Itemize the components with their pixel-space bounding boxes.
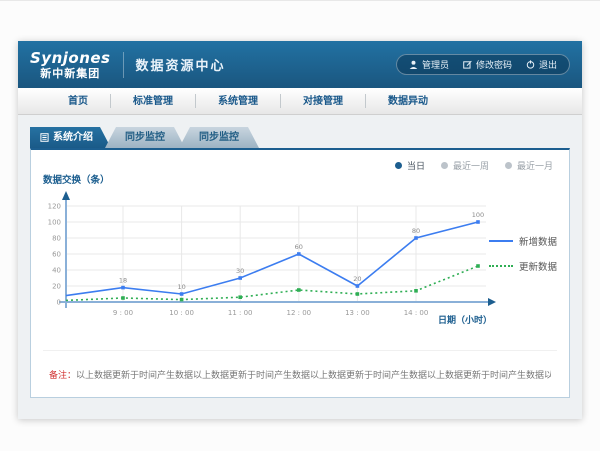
line-chart: 0 20 40 60 80 100 120 9 : 00 10 : 00 11 : 00 12 : … [46,186,541,336]
y-axis-title: 数据交换（条） [43,172,110,186]
power-icon [526,60,535,69]
radio-unselected-icon [505,162,512,169]
header-divider [123,52,124,78]
nav-item-standard-mgmt[interactable]: 标准管理 [111,88,195,115]
radio-unselected-icon [441,162,448,169]
app-window: Synjones 新中新集团 数据资源中心 管理员 修改密码 [18,41,582,419]
content-area: 系统介绍 同步监控 同步监控 当日 最近一周 [18,115,582,419]
current-user-label: 管理员 [422,58,449,71]
logout-button[interactable]: 退出 [526,58,557,71]
svg-text:100: 100 [472,211,484,219]
svg-text:30: 30 [236,267,244,275]
tab-label: 系统介绍 [53,127,93,148]
logo-brand-text: Synjones [30,51,111,66]
svg-text:日期（小时）: 日期（小时） [438,314,492,326]
svg-text:18: 18 [119,277,127,285]
tab-label: 同步监控 [199,127,239,148]
range-option-label: 当日 [407,159,425,172]
svg-text:10 : 00: 10 : 00 [169,309,194,317]
nav-item-system-mgmt[interactable]: 系统管理 [196,88,280,115]
logout-label: 退出 [539,58,557,71]
svg-text:20: 20 [52,283,61,291]
svg-text:12 : 00: 12 : 00 [286,309,311,317]
tab-label: 同步监控 [125,127,165,148]
main-nav: 首页 标准管理 系统管理 对接管理 数据异动 [18,88,582,115]
range-option-last-week[interactable]: 最近一周 [441,159,489,172]
svg-text:80: 80 [52,235,61,243]
legend-label: 新增数据 [519,234,557,248]
svg-text:80: 80 [412,227,420,235]
chart-panel: 当日 最近一周 最近一月 数据交换（条） 0 20 40 60 80 100 120 9 : … [30,148,570,398]
footnote-text: 以上数据更新于时间产生数据以上数据更新于时间产生数据以上数据更新于时间产生数据以… [76,371,551,381]
legend-label: 更新数据 [519,259,557,273]
change-password-label: 修改密码 [476,58,512,71]
tab-sync-monitor-2[interactable]: 同步监控 [179,127,259,148]
date-range-selector: 当日 最近一周 最近一月 [395,159,553,172]
svg-text:60: 60 [295,243,303,251]
nav-item-data-changes[interactable]: 数据异动 [366,88,450,115]
series-legend: 新增数据 更新数据 [489,234,557,273]
page-title: 数据资源中心 [136,55,226,74]
svg-text:120: 120 [48,203,61,211]
change-password-button[interactable]: 修改密码 [463,58,512,71]
footnote: 备注：以上数据更新于时间产生数据以上数据更新于时间产生数据以上数据更新于时间产生… [49,368,551,381]
tab-sync-monitor-1[interactable]: 同步监控 [105,127,185,148]
svg-text:100: 100 [48,219,61,227]
dotted-line-swatch-icon [489,265,513,267]
svg-text:0: 0 [57,299,61,307]
footnote-prefix: 备注： [49,371,76,381]
tab-bar: 系统介绍 同步监控 同步监控 [30,127,259,148]
tab-system-intro[interactable]: 系统介绍 [30,127,111,148]
nav-item-home[interactable]: 首页 [46,88,110,115]
svg-text:20: 20 [353,275,361,283]
current-user[interactable]: 管理员 [409,58,449,71]
legend-entry-updated-data[interactable]: 更新数据 [489,259,557,273]
range-option-last-month[interactable]: 最近一月 [505,159,553,172]
note-divider [43,350,557,351]
nav-item-interface-mgmt[interactable]: 对接管理 [281,88,365,115]
range-option-today[interactable]: 当日 [395,159,425,172]
svg-text:60: 60 [52,251,61,259]
svg-text:14 : 00: 14 : 00 [404,309,429,317]
radio-selected-icon [395,162,402,169]
app-header: Synjones 新中新集团 数据资源中心 管理员 修改密码 [18,41,582,88]
range-option-label: 最近一周 [453,159,489,172]
solid-line-swatch-icon [489,240,513,242]
legend-entry-new-data[interactable]: 新增数据 [489,234,557,248]
user-actions-bar: 管理员 修改密码 退出 [396,54,570,75]
svg-text:13 : 00: 13 : 00 [345,309,370,317]
user-icon [409,60,418,69]
edit-icon [463,60,472,69]
range-option-label: 最近一月 [517,159,553,172]
svg-text:9 : 00: 9 : 00 [113,309,133,317]
svg-text:40: 40 [52,267,61,275]
svg-text:11 : 00: 11 : 00 [228,309,253,317]
document-icon [40,133,49,142]
company-logo[interactable]: Synjones 新中新集团 [30,51,111,79]
svg-text:10: 10 [177,283,185,291]
logo-company-name: 新中新集团 [40,68,100,79]
